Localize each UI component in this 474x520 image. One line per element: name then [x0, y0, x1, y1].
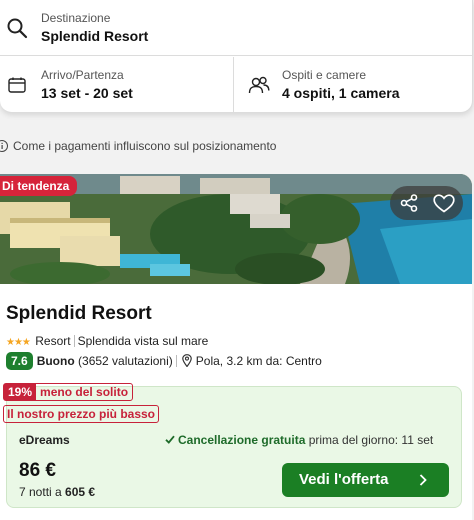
dates-label: Arrivo/Partenza	[41, 68, 124, 82]
rating-row: 7.6 Buono (3652 valutazioni) Pola, 3.2 km…	[6, 352, 322, 370]
photo-actions	[390, 186, 463, 220]
dates-field[interactable]: Arrivo/Partenza 13 set - 20 set	[0, 57, 234, 113]
nightly-price: 86 €	[19, 460, 56, 481]
hotel-meta: ★★★ Resort Splendida vista sul mare	[6, 334, 208, 348]
divider	[73, 335, 75, 347]
cancellation-deadline: prima del giorno: 11 set	[308, 433, 434, 447]
discount-percent: 19%	[4, 384, 37, 400]
destination-field[interactable]: Destinazione Splendid Resort	[0, 0, 472, 56]
hotel-feature: Splendida vista sul mare	[77, 334, 209, 348]
dates-value: 13 set - 20 set	[41, 85, 133, 101]
trending-badge: Di tendenza	[0, 176, 78, 196]
hotel-location: Pola, 3.2 km da: Centro	[195, 354, 322, 368]
score-badge: 7.6	[6, 352, 33, 370]
guests-value: 4 ospiti, 1 camera	[282, 85, 400, 101]
calendar-icon	[8, 77, 26, 93]
destination-label: Destinazione	[41, 11, 111, 25]
people-icon	[248, 76, 270, 94]
search-form: Destinazione Splendid Resort Arrivo/Part…	[0, 0, 473, 113]
cancellation-info: Cancellazione gratuita prima del giorno:…	[165, 433, 433, 447]
payment-info-text: Come i pagamenti influiscono sul posizio…	[13, 139, 277, 153]
lowest-price-badge: Il nostro prezzo più basso	[3, 405, 160, 423]
location-pin-icon	[181, 354, 192, 367]
payment-info-link[interactable]: Come i pagamenti influiscono sul posizio…	[0, 139, 276, 153]
star-rating-icon: ★★★	[6, 337, 31, 348]
total-price: 605 €	[65, 485, 96, 499]
info-icon	[0, 140, 8, 152]
nights-text: 7 notti a	[19, 485, 62, 499]
discount-badge: 19% meno del solito	[3, 383, 134, 401]
search-icon	[7, 18, 28, 39]
cancellation-bold: Cancellazione gratuita	[178, 433, 306, 447]
guests-label: Ospiti e camere	[282, 68, 367, 82]
destination-value: Splendid Resort	[41, 28, 149, 44]
check-icon	[165, 435, 175, 444]
view-offer-button[interactable]: Vedi l'offerta	[282, 463, 449, 497]
divider	[175, 355, 177, 367]
review-count: (3652 valutazioni)	[78, 354, 173, 368]
hotel-photo[interactable]: Di tendenza	[0, 174, 472, 284]
guests-field[interactable]: Ospiti e camere 4 ospiti, 1 camera	[234, 57, 473, 113]
chevron-right-icon	[419, 474, 427, 486]
hotel-name[interactable]: Splendid Resort	[6, 303, 152, 325]
hotel-card[interactable]: Di tendenza Splendid Resort ★★★ Resort Sp…	[0, 174, 472, 520]
share-icon[interactable]	[400, 194, 418, 212]
hotel-type: Resort	[35, 334, 71, 348]
provider-name: eDreams	[19, 433, 70, 447]
total-price-line: 7 notti a 605 €	[19, 485, 95, 499]
score-label: Buono	[36, 354, 75, 368]
view-offer-label: Vedi l'offerta	[299, 471, 389, 488]
heart-icon[interactable]	[433, 194, 455, 213]
discount-text: meno del solito	[40, 385, 129, 399]
